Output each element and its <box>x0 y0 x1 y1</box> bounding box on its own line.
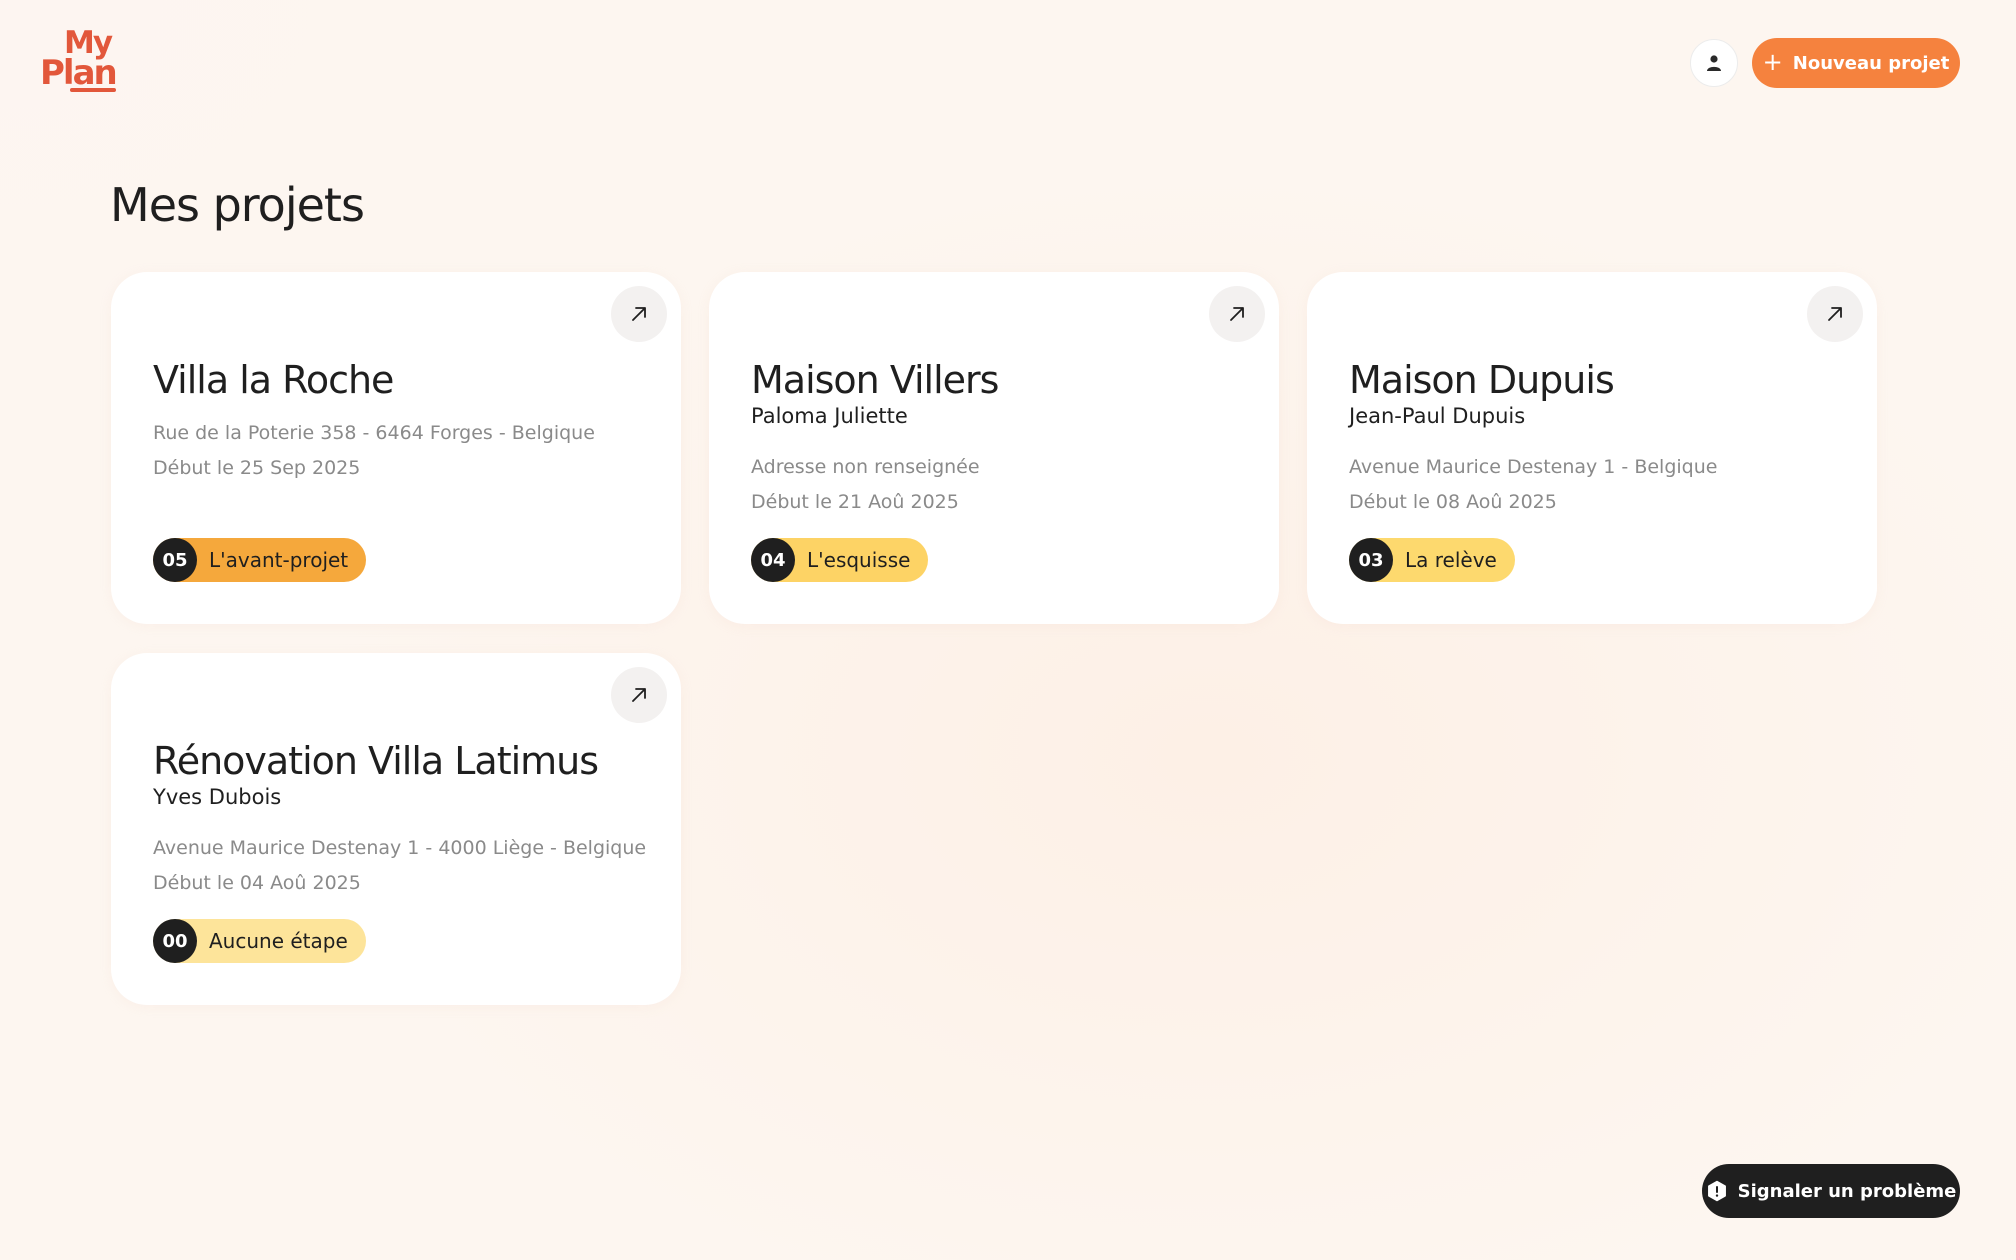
open-project-button[interactable] <box>1807 286 1863 342</box>
report-problem-label: Signaler un problème <box>1737 1180 1957 1202</box>
project-client: Paloma Juliette <box>751 404 908 428</box>
project-address: Rue de la Poterie 358 - 6464 Forges - Be… <box>153 422 595 444</box>
project-card[interactable]: Villa la Roche Rue de la Poterie 358 - 6… <box>111 272 681 624</box>
stage-badge: 05 L'avant-projet <box>153 538 367 582</box>
project-client: Jean-Paul Dupuis <box>1349 404 1526 428</box>
user-account-button[interactable] <box>1690 39 1738 87</box>
project-title: Rénovation Villa Latimus <box>153 739 599 783</box>
project-card[interactable]: Rénovation Villa Latimus Yves Dubois Ave… <box>111 653 681 1005</box>
stage-label: Aucune étape <box>209 929 348 953</box>
project-start-date: Début le 25 Sep 2025 <box>153 457 361 479</box>
project-client: Yves Dubois <box>153 785 282 809</box>
project-start-date: Début le 08 Aoû 2025 <box>1349 491 1557 513</box>
stage-label: La relève <box>1405 548 1497 572</box>
open-project-button[interactable] <box>1209 286 1265 342</box>
project-title: Maison Villers <box>751 358 999 402</box>
logo-line-plan: Plan <box>40 53 118 93</box>
project-address: Adresse non renseignée <box>751 456 980 478</box>
open-project-button[interactable] <box>611 286 667 342</box>
page-title: Mes projets <box>110 178 365 232</box>
project-start-date: Début le 04 Aoû 2025 <box>153 872 361 894</box>
plus-icon: + <box>1762 48 1783 76</box>
stage-label: L'esquisse <box>807 548 911 572</box>
alert-icon <box>1707 1180 1726 1202</box>
project-title: Maison Dupuis <box>1349 358 1615 402</box>
project-address: Avenue Maurice Destenay 1 - 4000 Liège -… <box>153 837 647 859</box>
stage-number: 05 <box>153 538 197 582</box>
arrow-up-right-icon <box>632 307 646 321</box>
new-project-label: Nouveau projet <box>1792 52 1950 74</box>
stage-number: 00 <box>153 919 197 963</box>
logo-underline <box>70 88 116 92</box>
arrow-up-right-icon <box>1828 307 1842 321</box>
project-card[interactable]: Maison Villers Paloma Juliette Adresse n… <box>709 272 1279 624</box>
arrow-up-right-icon <box>1230 307 1244 321</box>
stage-number: 03 <box>1349 538 1393 582</box>
stage-badge: 03 La relève <box>1349 538 1515 582</box>
myplan-logo[interactable]: My Plan <box>40 26 118 93</box>
stage-number: 04 <box>751 538 795 582</box>
project-card[interactable]: Maison Dupuis Jean-Paul Dupuis Avenue Ma… <box>1307 272 1877 624</box>
stage-badge: 04 L'esquisse <box>751 538 929 582</box>
new-project-button[interactable]: + Nouveau projet <box>1752 38 1960 88</box>
stage-label: L'avant-projet <box>209 548 349 572</box>
arrow-up-right-icon <box>632 688 646 702</box>
stage-badge: 00 Aucune étape <box>153 919 366 963</box>
project-start-date: Début le 21 Aoû 2025 <box>751 491 959 513</box>
report-problem-button[interactable]: Signaler un problème <box>1702 1164 1960 1218</box>
open-project-button[interactable] <box>611 667 667 723</box>
project-address: Avenue Maurice Destenay 1 - Belgique <box>1349 456 1718 478</box>
user-icon <box>1707 55 1721 71</box>
project-title: Villa la Roche <box>153 358 394 402</box>
